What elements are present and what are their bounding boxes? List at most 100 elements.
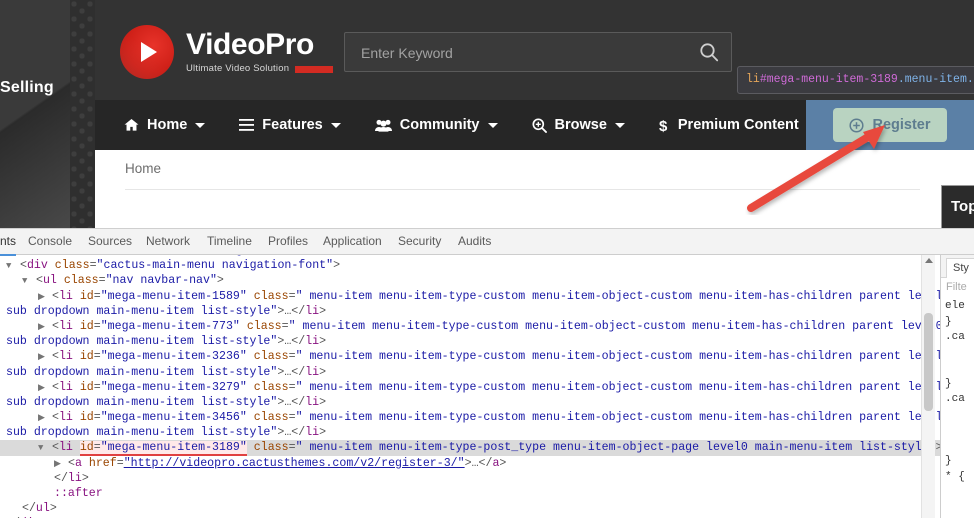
- twisty-collapsed-icon[interactable]: [38, 290, 45, 305]
- dom-tree-row[interactable]: <li id="mega-menu-item-3236" class=" men…: [0, 349, 940, 364]
- twisty-collapsed-icon[interactable]: [38, 350, 45, 365]
- styles-filter-input[interactable]: Filte: [946, 281, 967, 293]
- nav-item-label: Home: [147, 117, 188, 133]
- search-box[interactable]: [344, 32, 732, 73]
- devtools-tab-sources[interactable]: Sources: [88, 229, 132, 254]
- devtools-panel: nts Console Sources Network Timeline Profiles…: [0, 228, 974, 518]
- chevron-down-icon: [487, 122, 498, 128]
- nav-item-label: Premium Content: [677, 117, 799, 133]
- dom-tree-row[interactable]: <li id="mega-menu-item-773" class=" menu…: [0, 319, 940, 334]
- home-icon: [124, 118, 139, 132]
- styles-rule-line: [945, 423, 965, 439]
- styles-rule-line: }: [945, 315, 952, 328]
- register-button[interactable]: Register: [833, 108, 947, 142]
- dom-tree-row[interactable]: <li id="mega-menu-item-3279" class=" men…: [0, 380, 940, 395]
- dom-tree-scrollbar[interactable]: [921, 255, 935, 518]
- styles-rule-line: * {: [945, 470, 965, 483]
- logo-title: VideoPro: [186, 28, 314, 62]
- dom-tree-row[interactable]: ::after: [0, 486, 940, 501]
- twisty-collapsed-icon[interactable]: [54, 457, 61, 472]
- styles-rule-line: }: [945, 377, 952, 390]
- devtools-tab-console[interactable]: Console: [28, 229, 72, 254]
- twisty-expanded-icon[interactable]: [38, 441, 45, 456]
- styles-rule-line: [945, 361, 965, 377]
- dom-tree-row[interactable]: </ul>: [0, 501, 940, 516]
- dom-tree-lines: <div class="cactus-main-menu navigation-…: [0, 255, 940, 518]
- dom-tree-row[interactable]: sub dropdown main-menu-item list-style">…: [0, 395, 940, 410]
- styles-rules-list: ele} .ca } .ca } * {: [945, 299, 965, 485]
- dom-tree-row-selected[interactable]: <li id="mega-menu-item-3189" class=" men…: [0, 440, 940, 457]
- nav-item-home[interactable]: Home: [107, 100, 222, 150]
- scroll-up-arrow-icon[interactable]: [925, 258, 933, 263]
- dollar-icon: $: [659, 118, 670, 133]
- breadcrumb[interactable]: Home: [125, 161, 161, 176]
- tooltip-element-classes: .menu-item.menu-: [897, 73, 974, 86]
- chevron-down-icon: [614, 122, 625, 128]
- styles-pane[interactable]: Sty Filte ele} .ca } .ca } * {: [940, 255, 974, 518]
- nav-item-label: Community: [399, 117, 480, 133]
- search-icon[interactable]: [699, 42, 719, 62]
- twisty-expanded-icon[interactable]: [22, 274, 29, 289]
- styles-rule-line: }: [945, 455, 952, 467]
- twisty-collapsed-icon[interactable]: [38, 411, 45, 426]
- devtools-tab-audits[interactable]: Audits: [458, 229, 491, 254]
- users-icon: [374, 119, 392, 132]
- inspector-node-tooltip: li#mega-menu-item-3189.menu-item.menu-: [737, 66, 974, 94]
- dom-tree-row[interactable]: <a href="http://videopro.cactusthemes.co…: [0, 456, 940, 471]
- register-button-label: Register: [872, 117, 931, 133]
- dom-tree-row[interactable]: sub dropdown main-menu-item list-style">…: [0, 425, 940, 440]
- devtools-tab-network[interactable]: Network: [146, 229, 190, 254]
- main-navigation: Home Features Community Browse $ Premium…: [95, 100, 974, 150]
- hamburger-icon: [239, 119, 255, 131]
- styles-rule-line: [945, 408, 965, 424]
- back-to-top-button[interactable]: Top: [941, 185, 974, 228]
- dom-tree-row[interactable]: <div class="cactus-main-menu navigation-…: [0, 258, 940, 273]
- tab-styles[interactable]: Sty: [946, 258, 974, 278]
- play-button-logo-icon: [120, 25, 174, 79]
- promo-banner-text: Selling: [0, 79, 54, 96]
- page-content-band: Home Top: [95, 150, 974, 228]
- styles-rule-line: .ca: [945, 393, 965, 405]
- nav-item-premium-content[interactable]: $ Premium Content: [642, 100, 834, 150]
- devtools-tab-application[interactable]: Application: [323, 229, 382, 254]
- styles-rule-line: [945, 346, 965, 362]
- site-logo[interactable]: VideoPro Ultimate Video Solution: [120, 25, 334, 79]
- back-to-top-label: Top: [951, 198, 974, 215]
- styles-rule-line: [945, 439, 965, 455]
- search-input[interactable]: [359, 33, 693, 73]
- promo-banner: Selling: [0, 0, 78, 228]
- dom-tree-row[interactable]: <li id="mega-menu-item-1589" class=" men…: [0, 289, 940, 304]
- plus-circle-icon: [849, 117, 865, 133]
- chevron-down-icon: [195, 122, 206, 128]
- dom-tree-pane[interactable]: <div class="cactus-main-menu navigation-…: [0, 255, 940, 518]
- dom-tree-row[interactable]: sub dropdown main-menu-item list-style">…: [0, 334, 940, 349]
- nav-item-browse[interactable]: Browse: [515, 100, 642, 150]
- browser-viewport: Selling VideoPro Ultimate Video Solution: [0, 0, 974, 228]
- devtools-tab-timeline[interactable]: Timeline: [207, 229, 252, 254]
- nav-item-features[interactable]: Features: [222, 100, 357, 150]
- twisty-expanded-icon[interactable]: [6, 259, 13, 274]
- styles-rule-line: ele: [945, 300, 965, 312]
- dom-tree-row[interactable]: <ul class="nav navbar-nav">: [0, 273, 940, 288]
- twisty-collapsed-icon[interactable]: [38, 320, 45, 335]
- devtools-tab-bar: nts Console Sources Network Timeline Profiles…: [0, 229, 974, 256]
- tooltip-element-id: #mega-menu-item-3189: [759, 73, 898, 86]
- svg-text:$: $: [659, 118, 668, 133]
- dom-tree-row[interactable]: </li>: [0, 471, 940, 486]
- dom-tree-row[interactable]: <li id="mega-menu-item-3456" class=" men…: [0, 410, 940, 425]
- styles-rule-line: .ca: [945, 331, 965, 343]
- breadcrumb-divider: [125, 189, 920, 190]
- register-nav-cell[interactable]: Register: [806, 100, 974, 150]
- twisty-collapsed-icon[interactable]: [38, 381, 45, 396]
- devtools-tab-profiles[interactable]: Profiles: [268, 229, 308, 254]
- devtools-tab-nts[interactable]: nts: [0, 229, 17, 256]
- chevron-down-icon: [330, 122, 341, 128]
- dom-tree-row[interactable]: sub dropdown main-menu-item list-style">…: [0, 304, 940, 319]
- tooltip-tag-name: li: [746, 73, 760, 86]
- nav-item-label: Features: [262, 117, 323, 133]
- nav-item-community[interactable]: Community: [358, 100, 515, 150]
- dom-tree-row[interactable]: sub dropdown main-menu-item list-style">…: [0, 365, 940, 380]
- scrollbar-thumb[interactable]: [924, 313, 933, 411]
- decorative-pattern-strip: [70, 0, 95, 228]
- devtools-tab-security[interactable]: Security: [398, 229, 441, 254]
